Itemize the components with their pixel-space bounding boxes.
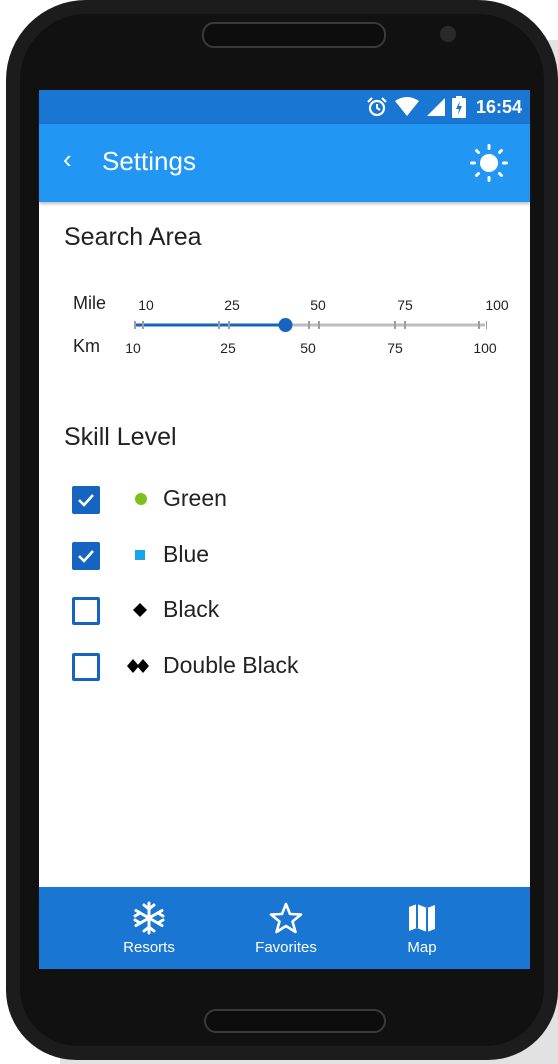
double-black-diamond-icon [127, 659, 149, 673]
km-label: Km [73, 336, 100, 356]
alarm-icon [367, 97, 387, 117]
black-diamond-icon [133, 603, 147, 617]
status-time: 16:54 [475, 96, 522, 117]
status-bar: 16:54 [39, 90, 530, 124]
signal-icon [426, 98, 445, 116]
map-icon [409, 904, 435, 932]
blue-label: Blue [163, 541, 210, 567]
nav-map[interactable]: Map [372, 901, 472, 956]
green-circle-icon [135, 493, 147, 505]
mile-tick: 10 [138, 297, 154, 313]
green-checkbox[interactable] [72, 486, 100, 514]
mile-tick: 100 [485, 297, 509, 313]
km-tick: 75 [387, 340, 403, 356]
nav-favorites[interactable]: Favorites [236, 901, 336, 956]
mile-tick: 75 [397, 297, 413, 313]
green-label: Green [163, 485, 227, 511]
mile-tick: 25 [224, 297, 240, 313]
skill-option-black[interactable]: Black [72, 596, 372, 629]
km-tick: 50 [300, 340, 316, 356]
km-tick: 10 [125, 340, 141, 356]
search-area-title: Search Area [64, 223, 202, 251]
double-black-checkbox[interactable] [72, 653, 100, 681]
blue-square-icon [135, 550, 145, 560]
mile-tick: 50 [310, 297, 326, 313]
black-label: Black [163, 596, 220, 622]
blue-checkbox[interactable] [72, 542, 100, 570]
km-tick: 25 [220, 340, 236, 356]
black-checkbox[interactable] [72, 597, 100, 625]
slider-thumb[interactable] [278, 318, 293, 332]
km-tick: 100 [473, 340, 497, 356]
double-black-label: Double Black [163, 652, 299, 678]
screen: 16:54 ‹ Settings Search Area Mile Km 10 … [39, 90, 530, 969]
app-bar: ‹ Settings [39, 124, 530, 202]
snowflake-icon [133, 901, 165, 935]
top-speaker [202, 22, 386, 48]
skill-option-green[interactable]: Green [72, 485, 372, 518]
search-area-slider[interactable] [133, 318, 487, 332]
nav-favorites-label: Favorites [255, 939, 317, 956]
wifi-icon [394, 97, 419, 116]
back-icon[interactable]: ‹ [63, 144, 72, 175]
star-outline-icon [269, 902, 303, 934]
skill-option-double-black[interactable]: Double Black [72, 652, 372, 685]
brightness-icon[interactable] [470, 144, 508, 182]
skill-level-title: Skill Level [64, 423, 177, 451]
battery-charging-icon [451, 96, 466, 118]
front-camera [440, 26, 456, 42]
nav-resorts-label: Resorts [123, 939, 175, 956]
mile-label: Mile [73, 293, 107, 313]
page-title: Settings [102, 146, 196, 176]
nav-resorts[interactable]: Resorts [99, 901, 199, 956]
bottom-speaker [204, 1009, 386, 1033]
bottom-nav: Resorts Favorites Map [39, 887, 530, 969]
skill-option-blue[interactable]: Blue [72, 541, 372, 574]
nav-map-label: Map [407, 939, 437, 956]
